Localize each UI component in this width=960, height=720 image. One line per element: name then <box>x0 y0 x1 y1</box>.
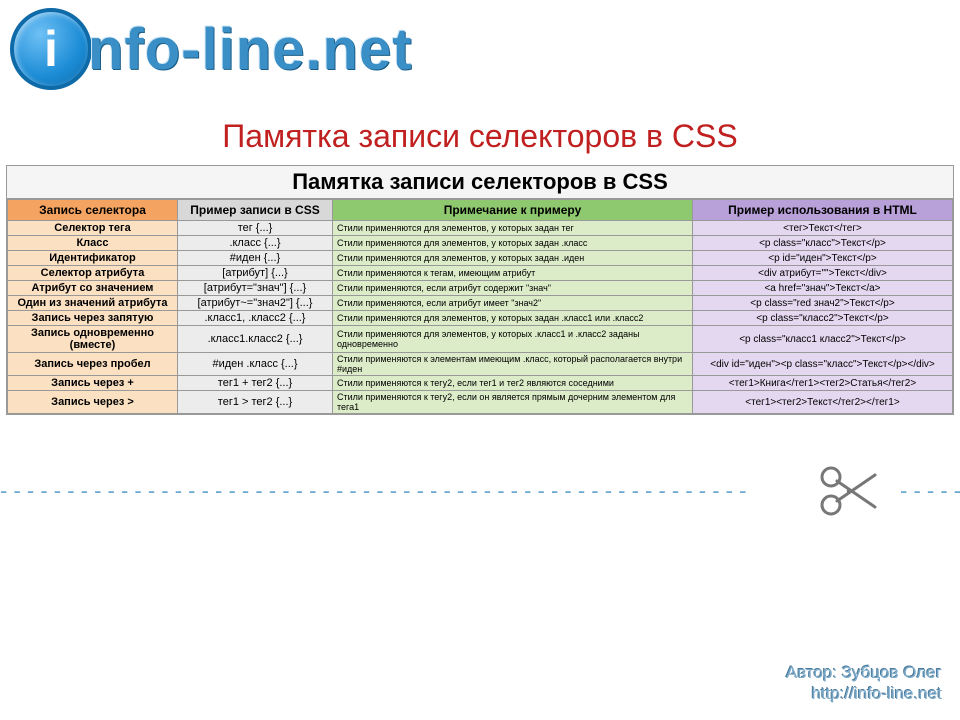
cell-c2: [атрибут] {...} <box>178 266 333 281</box>
cell-c3: Стили применяются для элементов, у котор… <box>333 251 693 266</box>
col-header-selector: Запись селектора <box>8 200 178 221</box>
cell-c3: Стили применяются к тегам, имеющим атриб… <box>333 266 693 281</box>
cell-c2: #иден .класс {...} <box>178 353 333 376</box>
table-row: Запись через пробел#иден .класс {...}Сти… <box>8 353 953 376</box>
scissors-icon <box>816 463 882 519</box>
cell-c4: <p class="класс2">Текст</p> <box>693 311 953 326</box>
logo-text: nfo-line.net <box>88 16 413 83</box>
table-row: Класс.класс {...}Стили применяются для э… <box>8 236 953 251</box>
cell-c3: Стили применяются для элементов, у котор… <box>333 326 693 353</box>
cell-c3: Стили применяются к тегу2, если тег1 и т… <box>333 376 693 391</box>
cell-c1: Атрибут со значением <box>8 281 178 296</box>
table-row: Запись одновременно (вместе).класс1.клас… <box>8 326 953 353</box>
cell-c1: Селектор тега <box>8 221 178 236</box>
cell-c4: <p class="класс1 класс2">Текст</p> <box>693 326 953 353</box>
cell-c3: Стили применяются к элементам имеющим .к… <box>333 353 693 376</box>
cell-c1: Запись через > <box>8 391 178 414</box>
cell-c4: <тег1><тег2>Текст</тег2></тег1> <box>693 391 953 414</box>
logo-icon: i <box>10 8 92 90</box>
col-header-note: Примечание к примеру <box>333 200 693 221</box>
table-row: Идентификатор#иден {...}Стили применяютс… <box>8 251 953 266</box>
site-logo: i nfo-line.net <box>0 0 960 90</box>
cell-c3: Стили применяются для элементов, у котор… <box>333 236 693 251</box>
cell-c1: Селектор атрибута <box>8 266 178 281</box>
cell-c1: Запись через запятую <box>8 311 178 326</box>
cell-c2: .класс1.класс2 {...} <box>178 326 333 353</box>
cell-c3: Стили применяются для элементов, у котор… <box>333 311 693 326</box>
credit-url: http://info-line.net <box>786 683 942 704</box>
dashes-right: - - - - - <box>900 478 960 504</box>
reference-table: Памятка записи селекторов в CSS Запись с… <box>6 165 954 415</box>
cell-c1: Запись через пробел <box>8 353 178 376</box>
cell-c4: <p class="red знач2">Текст</p> <box>693 296 953 311</box>
col-header-css: Пример записи в CSS <box>178 200 333 221</box>
cell-c2: [атрибут~="знач2"] {...} <box>178 296 333 311</box>
cell-c4: <p class="класс">Текст</p> <box>693 236 953 251</box>
page-title: Памятка записи селекторов в CSS <box>0 118 960 155</box>
dashes-left: - - - - - - - - - - - - - - - - - - - - … <box>0 478 812 504</box>
credit-author: Автор: Зубцов Олег <box>786 662 942 683</box>
cell-c2: [атрибут="знач"] {...} <box>178 281 333 296</box>
cell-c1: Класс <box>8 236 178 251</box>
cell-c2: тег1 + тег2 {...} <box>178 376 333 391</box>
cell-c1: Один из значений атрибута <box>8 296 178 311</box>
cell-c4: <тег1>Книга</тег1><тег2>Статья</тег2> <box>693 376 953 391</box>
cell-c4: <div id="иден"><p class="класс">Текст</p… <box>693 353 953 376</box>
col-header-html: Пример использования в HTML <box>693 200 953 221</box>
author-credit: Автор: Зубцов Олег http://info-line.net <box>786 662 942 705</box>
cell-c1: Запись через + <box>8 376 178 391</box>
table-caption: Памятка записи селекторов в CSS <box>7 166 953 199</box>
cell-c4: <p id="иден">Текст</p> <box>693 251 953 266</box>
cell-c2: тег1 > тег2 {...} <box>178 391 333 414</box>
cell-c3: Стили применяются, если атрибут имеет "з… <box>333 296 693 311</box>
cell-c2: .класс1, .класс2 {...} <box>178 311 333 326</box>
cell-c3: Стили применяются, если атрибут содержит… <box>333 281 693 296</box>
table-row: Селектор тегатег {...}Стили применяются … <box>8 221 953 236</box>
cell-c2: .класс {...} <box>178 236 333 251</box>
table-row: Запись через +тег1 + тег2 {...}Стили при… <box>8 376 953 391</box>
table-row: Запись через >тег1 > тег2 {...}Стили при… <box>8 391 953 414</box>
cell-c3: Стили применяются к тегу2, если он являе… <box>333 391 693 414</box>
cell-c3: Стили применяются для элементов, у котор… <box>333 221 693 236</box>
table-row: Один из значений атрибута[атрибут~="знач… <box>8 296 953 311</box>
cell-c4: <a href="знач">Текст</a> <box>693 281 953 296</box>
cell-c1: Запись одновременно (вместе) <box>8 326 178 353</box>
table-row: Атрибут со значением[атрибут="знач"] {..… <box>8 281 953 296</box>
table-row: Запись через запятую.класс1, .класс2 {..… <box>8 311 953 326</box>
table-row: Селектор атрибута[атрибут] {...}Стили пр… <box>8 266 953 281</box>
logo-letter: i <box>44 20 58 78</box>
cell-c2: #иден {...} <box>178 251 333 266</box>
table-header-row: Запись селектора Пример записи в CSS При… <box>8 200 953 221</box>
cell-c1: Идентификатор <box>8 251 178 266</box>
cut-line: - - - - - - - - - - - - - - - - - - - - … <box>0 463 960 519</box>
cell-c4: <тег>Текст</тег> <box>693 221 953 236</box>
cell-c2: тег {...} <box>178 221 333 236</box>
cell-c4: <div атрибут="">Текст</div> <box>693 266 953 281</box>
